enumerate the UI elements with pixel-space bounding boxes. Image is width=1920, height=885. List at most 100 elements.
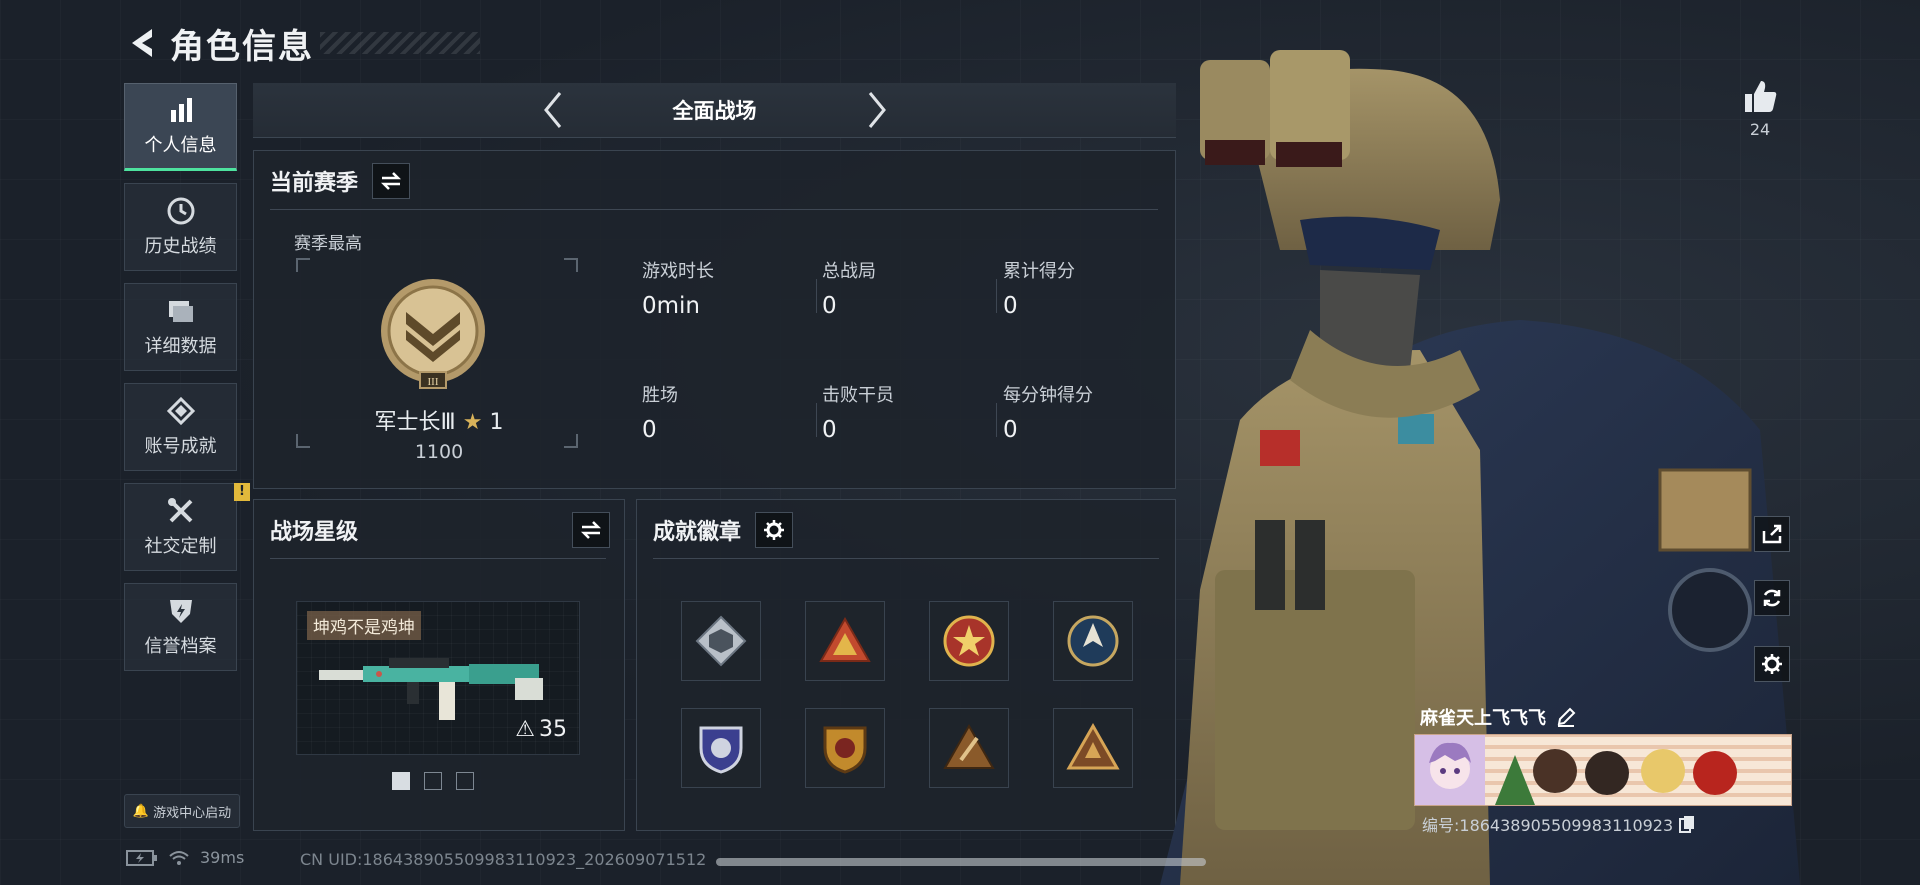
refresh-icon <box>1763 589 1781 607</box>
thumbs-up-icon <box>1745 81 1777 112</box>
stat-wins: 胜场 0 <box>642 381 678 443</box>
stat-label: 总战局 <box>822 261 876 282</box>
banner-art <box>1485 735 1791 805</box>
divider <box>270 209 1158 210</box>
page-title: 角色信息 <box>170 26 314 67</box>
wifi-icon <box>169 850 189 865</box>
divider <box>653 558 1159 559</box>
home-indicator[interactable] <box>716 858 1206 866</box>
stat-score-per-min: 每分钟得分 0 <box>1003 381 1093 443</box>
weapon-level: ⚠︎ 35 <box>515 717 567 742</box>
page-dot[interactable] <box>456 772 474 790</box>
switch-weapon-button[interactable] <box>572 512 610 548</box>
rank-score: 1100 <box>414 441 464 463</box>
back-arrow-icon[interactable] <box>124 23 160 63</box>
profile-banner[interactable] <box>1414 734 1792 806</box>
achievement-badge[interactable] <box>681 708 761 788</box>
uid-text: CN UID:186438905509983110923_20260907​15… <box>300 850 707 869</box>
shield-bolt-icon <box>166 596 196 626</box>
stat-value: 0 <box>822 293 837 319</box>
sidebar-item-label: 社交定制 <box>144 536 217 557</box>
battery-icon <box>126 849 157 866</box>
appearance-settings-button[interactable] <box>1754 646 1790 682</box>
chevron-left-icon <box>543 92 561 128</box>
achievement-badge[interactable] <box>805 601 885 681</box>
rank-emblem-icon: III <box>381 279 485 389</box>
game-center-launch-chip[interactable]: 🔔 游戏中心启动 <box>124 794 240 828</box>
weapon-level-value: 35 <box>539 717 567 742</box>
star-icon: ★ <box>462 410 483 435</box>
achievement-badge[interactable] <box>1053 708 1133 788</box>
sidebar: 个人信息 历史战绩 详细数据 账号成就 社交定制 ! 信誉档案 <box>124 83 250 683</box>
achievement-badge[interactable] <box>929 601 1009 681</box>
mode-label: 全面战场 <box>672 99 757 123</box>
page-dot[interactable] <box>424 772 442 790</box>
stat-label: 游戏时长 <box>642 261 714 282</box>
arrow-badge-icon <box>1067 615 1119 667</box>
stat-value: 0 <box>1003 293 1018 319</box>
achievement-badge[interactable] <box>805 708 885 788</box>
rank-name-text: 军士长Ⅲ <box>374 410 456 435</box>
achievement-badge[interactable] <box>681 601 761 681</box>
medal-icon <box>166 396 196 426</box>
stat-value: 0 <box>642 417 657 443</box>
launch-label: 游戏中心启动 <box>153 805 232 821</box>
sidebar-item-label: 详细数据 <box>144 336 217 357</box>
season-best-label: 赛季最高 <box>294 234 362 254</box>
stat-value: 0 <box>1003 417 1018 443</box>
sidebar-item-achievements[interactable]: 账号成就 <box>124 383 237 471</box>
bar-chart-icon <box>166 95 196 125</box>
achievement-badge[interactable] <box>929 708 1009 788</box>
player-id-text: 编号:186438905509983110923 <box>1422 816 1674 835</box>
swap-arrows-icon <box>580 521 602 539</box>
sidebar-item-personal-info[interactable]: 个人信息 <box>124 83 237 171</box>
like-button[interactable]: 24 <box>1738 78 1782 139</box>
gold-shield-badge-icon <box>823 726 867 774</box>
page-dot[interactable] <box>392 772 410 790</box>
current-season-panel: 当前赛季 赛季最高 III 军士长Ⅲ ★ 1 1100 游戏时长 0min 总战… <box>253 150 1176 489</box>
stat-total-matches: 总战局 0 <box>822 257 876 319</box>
mode-selector: 全面战场 <box>253 83 1176 138</box>
header: 角色信息 <box>124 18 480 68</box>
ping: 39ms <box>200 848 245 867</box>
chevron-right-icon <box>868 92 886 128</box>
copy-icon[interactable] <box>1679 815 1695 833</box>
sidebar-item-credit[interactable]: 信誉档案 <box>124 583 237 671</box>
weapon-card[interactable]: 坤鸡不是鸡坤 ⚠︎ 35 <box>296 601 580 755</box>
sidebar-item-details[interactable]: 详细数据 <box>124 283 237 371</box>
sidebar-item-label: 信誉档案 <box>144 636 217 657</box>
sidebar-item-label: 历史战绩 <box>144 236 217 257</box>
rotate-button[interactable] <box>1754 580 1790 616</box>
folder-icon <box>166 296 196 326</box>
status-bar: 39ms <box>126 848 244 867</box>
badge-settings-button[interactable] <box>755 512 794 548</box>
stat-label: 击败干员 <box>822 385 894 406</box>
weapon-tag: 坤鸡不是鸡坤 <box>307 611 421 640</box>
stat-separator <box>816 279 817 313</box>
player-name: 麻雀天上飞飞飞 <box>1420 704 1576 730</box>
next-mode-button[interactable] <box>862 88 892 132</box>
prev-mode-button[interactable] <box>538 88 568 132</box>
rank-stars: 1 <box>489 410 504 435</box>
player-id: 编号:186438905509983110923 <box>1422 812 1695 836</box>
achievement-badge[interactable] <box>1053 601 1133 681</box>
achievements-panel: 成就徽章 <box>636 499 1176 831</box>
sidebar-item-social[interactable]: 社交定制 ! <box>124 483 250 571</box>
stat-separator <box>996 403 997 437</box>
switch-season-button[interactable] <box>372 163 411 199</box>
stat-kills: 击败干员 0 <box>822 381 894 443</box>
share-button[interactable] <box>1754 516 1790 552</box>
sidebar-item-label: 账号成就 <box>144 436 217 457</box>
shield-eagle-badge-icon <box>699 726 743 774</box>
stat-play-time: 游戏时长 0min <box>642 257 714 319</box>
stat-label: 胜场 <box>642 385 678 406</box>
stat-separator <box>996 279 997 313</box>
divider <box>270 558 606 559</box>
sidebar-item-history[interactable]: 历史战绩 <box>124 183 237 271</box>
edit-pencil-icon[interactable] <box>1556 707 1576 727</box>
stat-value: 0 <box>822 417 837 443</box>
gear-icon <box>1762 654 1782 674</box>
triangle-gold-badge-icon <box>1066 722 1120 770</box>
stat-separator <box>816 403 817 437</box>
pyramid-badge-icon <box>819 616 871 662</box>
